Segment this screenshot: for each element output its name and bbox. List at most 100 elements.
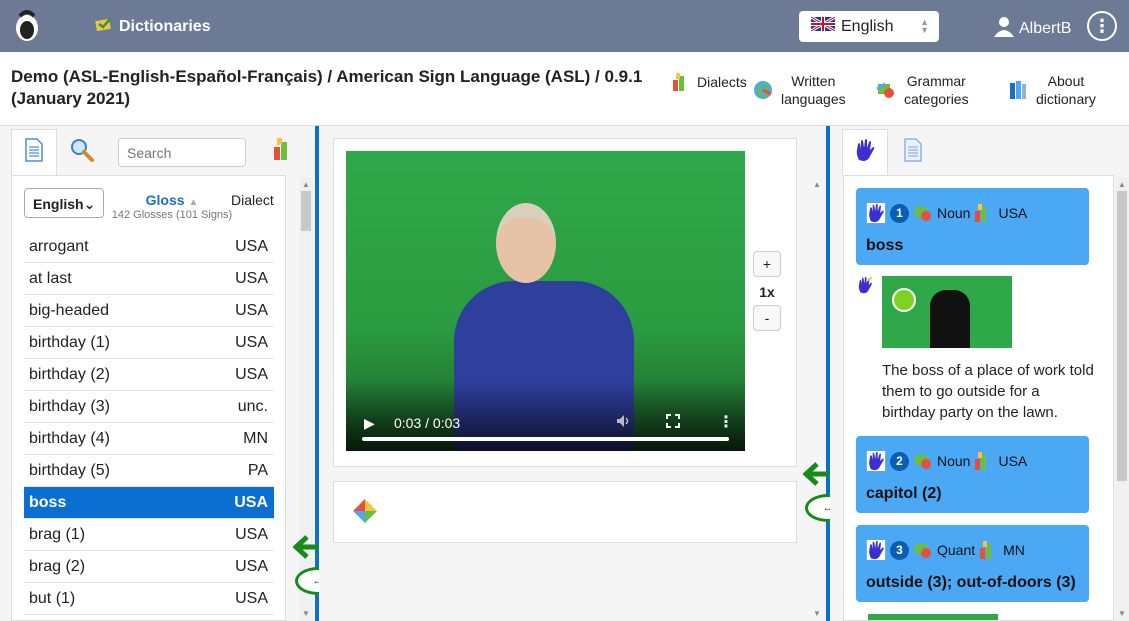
- gloss-list: English ⌄ Gloss ▲ 142 Glosses (101 Signs…: [11, 175, 286, 621]
- sense-category: Quant: [937, 542, 976, 558]
- dialect-column-header[interactable]: Dialect: [231, 192, 274, 208]
- gloss-header-label: Gloss: [145, 192, 185, 208]
- gloss-column-header[interactable]: Gloss ▲ 142 Glosses (101 Signs): [107, 192, 237, 221]
- sign-video-player[interactable]: ▶ 0:03 / 0:03 ⋮: [346, 151, 745, 451]
- sense-list: 1 Noun USA boss The boss of a place of w…: [843, 175, 1114, 621]
- nav-written-languages-label: Written languages: [781, 73, 846, 107]
- tab-search[interactable]: [59, 129, 105, 175]
- signer-figure: [930, 290, 970, 348]
- sense-meta: 3 Quant MN: [866, 540, 1025, 560]
- list-item[interactable]: birthday (2) USA: [24, 359, 274, 391]
- speed-decrease-button[interactable]: -: [753, 305, 781, 331]
- tab-list[interactable]: [11, 129, 57, 175]
- sort-asc-icon: ▲: [188, 197, 199, 208]
- scrollbar-thumb[interactable]: [1117, 191, 1127, 481]
- user-menu[interactable]: AlbertB: [993, 15, 1071, 42]
- tab-details[interactable]: [890, 129, 936, 175]
- sense-category: Noun: [937, 205, 971, 221]
- uk-flag-icon: [810, 15, 836, 36]
- sense-meta: 2 Noun USA: [866, 451, 1027, 471]
- list-item[interactable]: big-headed USA: [24, 295, 274, 327]
- dictionaries-link[interactable]: Dictionaries: [95, 16, 211, 37]
- scrollbar-thumb[interactable]: [301, 191, 311, 231]
- gloss-rows: arrogant USA at last USA big-headed USA bir…: [24, 231, 274, 615]
- video-time: 0:03 / 0:03: [394, 415, 461, 431]
- dialects-icon: [979, 540, 999, 560]
- example-video-thumbnail[interactable]: [868, 614, 998, 620]
- app-logo-icon[interactable]: [14, 8, 40, 42]
- middle-scrollbar[interactable]: ▲ ▼: [810, 177, 824, 621]
- globe-icon: [753, 80, 773, 100]
- scroll-up-icon[interactable]: ▲: [1115, 180, 1129, 189]
- sense-dialect: USA: [998, 453, 1028, 469]
- hand-icon: [866, 540, 886, 560]
- nav-about-dictionary[interactable]: About dictionary: [1008, 72, 1096, 108]
- fullscreen-icon[interactable]: [666, 414, 680, 431]
- example-video-thumbnail[interactable]: [882, 276, 1012, 348]
- list-item[interactable]: at last USA: [24, 263, 274, 295]
- list-item[interactable]: birthday (5) PA: [24, 455, 274, 487]
- list-item[interactable]: birthday (1) USA: [24, 327, 274, 359]
- dialects-icon: [974, 451, 994, 471]
- play-icon[interactable]: [892, 288, 916, 312]
- search-input[interactable]: [118, 138, 246, 167]
- gloss-count: 142 Glosses (101 Signs): [111, 209, 233, 221]
- dialect-filter-icon[interactable]: [273, 137, 293, 163]
- sense-word: capitol (2): [866, 485, 942, 502]
- sense-number: 1: [890, 203, 909, 223]
- sense-card[interactable]: 1 Noun USA boss: [856, 188, 1089, 265]
- hand-icon: [866, 451, 886, 471]
- list-item[interactable]: birthday (3) unc.: [24, 391, 274, 423]
- scroll-down-icon[interactable]: ▼: [1115, 609, 1129, 618]
- right-panel-tabs: [842, 129, 942, 175]
- list-item-selected[interactable]: boss USA: [24, 487, 274, 519]
- list-item[interactable]: brag (2) USA: [24, 551, 274, 583]
- video-controls: ▶ 0:03 / 0:03 ⋮: [346, 381, 745, 451]
- scroll-down-icon[interactable]: ▼: [299, 609, 313, 618]
- play-icon[interactable]: ▶: [364, 415, 375, 432]
- playback-speed: 1x: [759, 284, 775, 300]
- sense-card[interactable]: 3 Quant MN outside (3); out-of-doors (3): [856, 525, 1089, 602]
- grammar-categories-icon: [913, 451, 933, 471]
- video-more-icon[interactable]: ⋮: [718, 412, 734, 432]
- list-item[interactable]: arrogant USA: [24, 231, 274, 263]
- scroll-up-icon[interactable]: ▲: [810, 180, 824, 189]
- hand-icon: [854, 138, 876, 167]
- list-item[interactable]: birthday (4) MN: [24, 423, 274, 455]
- nav-dialects[interactable]: Dialects: [669, 72, 747, 92]
- interface-language-select[interactable]: English ▲ ▼: [799, 11, 939, 42]
- gloss-language-value: English: [33, 196, 84, 212]
- list-item[interactable]: brag (1) USA: [24, 519, 274, 551]
- nav-dialects-label: Dialects: [697, 74, 747, 90]
- dictionaries-icon: [95, 16, 113, 37]
- video-progress-bar[interactable]: [362, 437, 729, 441]
- user-name: AlbertB: [1019, 19, 1072, 37]
- sign-writing-icon[interactable]: [352, 498, 378, 529]
- signer-head: [496, 203, 556, 283]
- scroll-up-icon[interactable]: ▲: [299, 180, 313, 189]
- dialects-icon: [974, 203, 994, 223]
- dialects-icon: [669, 72, 689, 92]
- more-options-icon[interactable]: ⋮: [1087, 11, 1117, 41]
- sense-dialect: USA: [998, 205, 1028, 221]
- volume-icon[interactable]: [616, 414, 632, 431]
- document-icon: [24, 138, 44, 167]
- nav-grammar-categories-label: Grammar categories: [904, 73, 969, 107]
- search-icon: [70, 138, 94, 167]
- nav-grammar-categories[interactable]: Grammar categories: [876, 72, 969, 108]
- interface-language-value: English: [841, 17, 894, 35]
- list-item[interactable]: but (1) USA: [24, 583, 274, 615]
- right-scrollbar[interactable]: ▲ ▼: [1115, 177, 1129, 621]
- gloss-language-dropdown[interactable]: English ⌄: [24, 188, 104, 218]
- sense-meta: 1 Noun USA: [866, 203, 1027, 223]
- tab-senses[interactable]: [842, 129, 888, 175]
- scroll-down-icon[interactable]: ▼: [810, 609, 824, 618]
- user-icon: [993, 15, 1015, 42]
- video-panel: ▶ 0:03 / 0:03 ⋮ + 1x - ▲ ▼: [319, 126, 826, 621]
- speed-increase-button[interactable]: +: [753, 251, 781, 277]
- sense-card[interactable]: 2 Noun USA capitol (2): [856, 436, 1089, 513]
- nav-written-languages[interactable]: Written languages: [753, 72, 846, 108]
- dictionary-title: Demo (ASL-English-Español-Français) / Am…: [11, 67, 643, 108]
- sense-number: 2: [890, 451, 909, 471]
- books-icon: [1008, 80, 1028, 100]
